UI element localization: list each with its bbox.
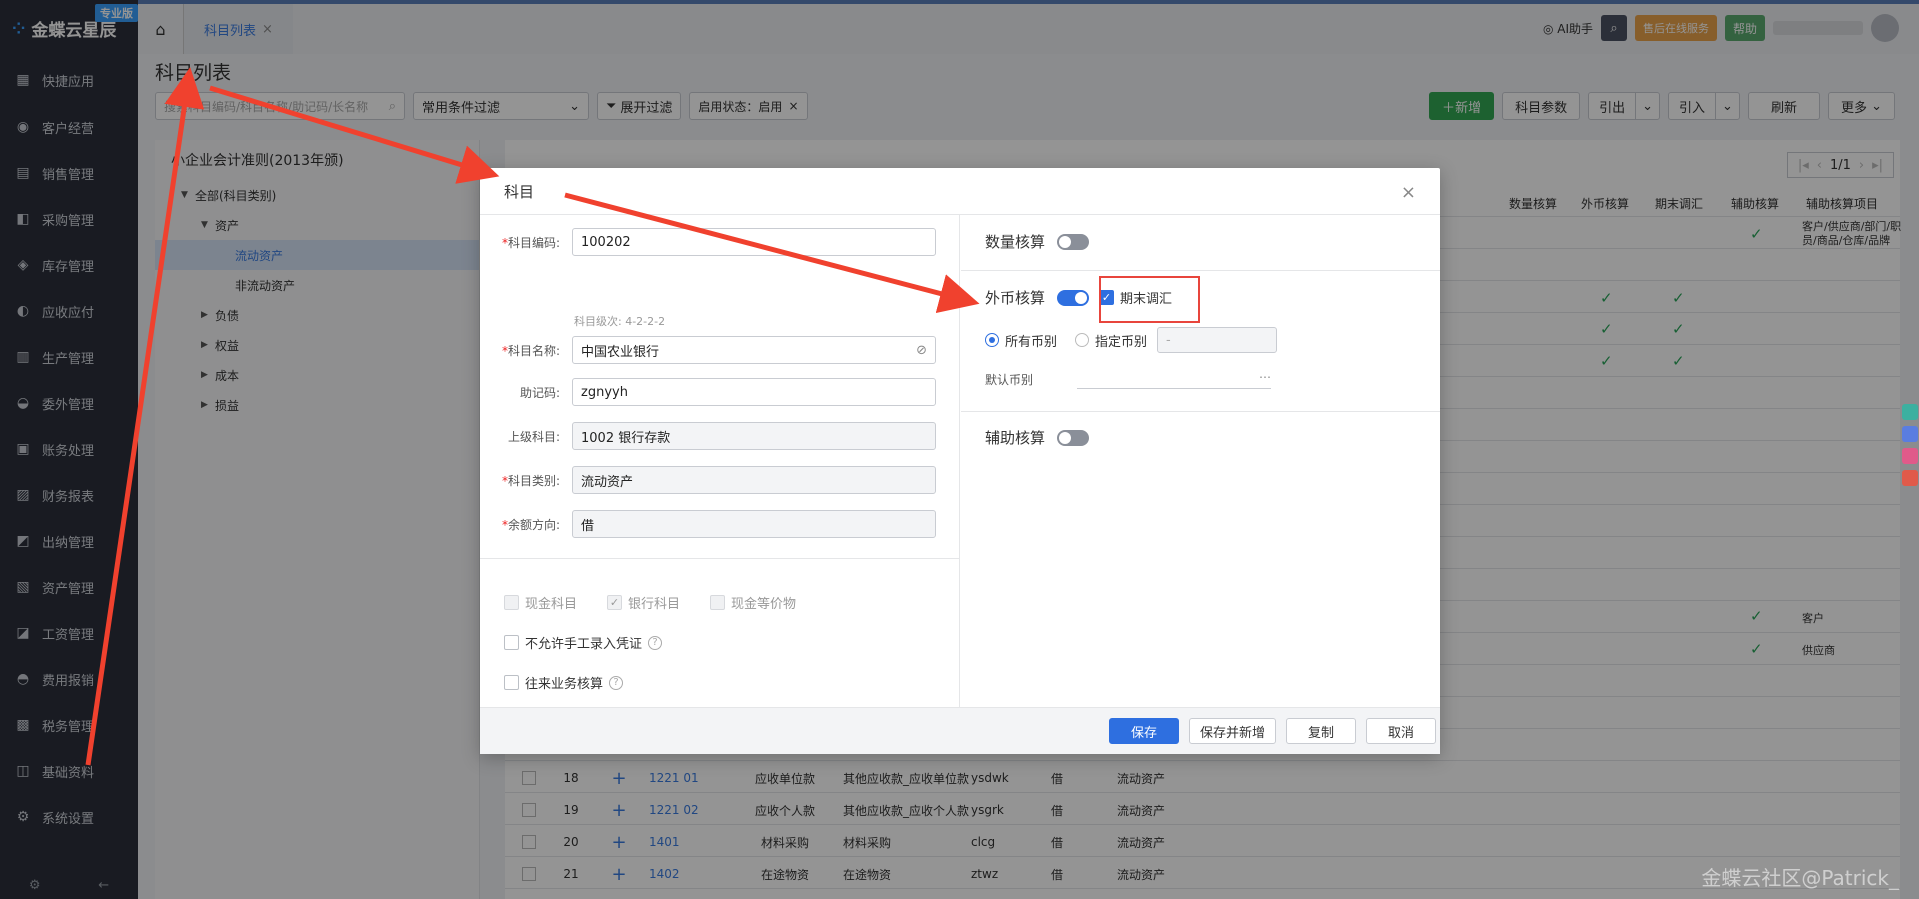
watermark: 金蝶云社区@Patrick_ [1701, 866, 1899, 890]
cash-account-checkbox[interactable]: 现金科目 [504, 593, 577, 612]
mnemonic-input[interactable]: zgnyyh [572, 378, 936, 406]
period-end-highlight [1099, 276, 1200, 323]
help-icon[interactable] [1902, 404, 1918, 420]
all-currency-radio[interactable]: 所有币别 [985, 331, 1057, 350]
field-category: *科目类别: 流动资产 [480, 465, 960, 495]
specific-currency-radio[interactable]: 指定币别 [1075, 331, 1147, 350]
dialog-title: 科目 [504, 182, 535, 201]
cash-equivalent-checkbox[interactable]: 现金等价物 [710, 593, 796, 612]
direction-input: 借 [572, 510, 936, 538]
field-code: *科目编码: 100202 [480, 227, 960, 257]
dialog-footer: 保存 保存并新增 复制 取消 [480, 707, 1440, 754]
ar-ap-checkbox[interactable]: 往来业务核算? [504, 673, 624, 692]
more-icon[interactable]: ⋯ [1259, 370, 1271, 384]
side-tools [1901, 404, 1919, 486]
help-icon[interactable]: ? [609, 675, 624, 690]
specific-currency-input: - [1157, 327, 1278, 353]
cancel-button[interactable]: 取消 [1366, 718, 1436, 744]
qty-section: 数量核算 [961, 231, 1440, 252]
save-button[interactable]: 保存 [1108, 718, 1179, 744]
account-type-checks: 现金科目 ✓ 银行科目 现金等价物 [504, 593, 796, 612]
dialog-left-panel: *科目编码: 100202 科目级次: 4-2-2-2 *科目名称: 中国农业银… [480, 215, 960, 707]
fx-section: 外币核算 ✓ 期末调汇 [985, 289, 1173, 307]
aux-toggle[interactable] [1057, 429, 1090, 446]
code-input[interactable]: 100202 [572, 228, 936, 256]
account-dialog: 科目 × *科目编码: 100202 科目级次: 4-2-2-2 *科目名称: … [480, 168, 1440, 754]
copy-button[interactable]: 复制 [1286, 718, 1356, 744]
category-input: 流动资产 [572, 466, 936, 494]
default-currency-input[interactable]: ⋯ [1077, 370, 1271, 389]
aux-section: 辅助核算 [961, 427, 1440, 448]
dialog-right-panel: 数量核算 外币核算 ✓ 期末调汇 所有币别 指定币别 - 默认币别 ⋯ 辅助核算 [961, 215, 1440, 707]
globe-icon[interactable]: ⊘ [916, 343, 927, 358]
dialog-header: 科目 × [480, 168, 1440, 215]
bank-account-checkbox[interactable]: ✓ 银行科目 [607, 593, 680, 612]
currency-options: 所有币别 指定币别 - [961, 327, 1440, 353]
field-name: *科目名称: 中国农业银行 ⊘ [480, 335, 960, 365]
no-manual-checkbox[interactable]: 不允许手工录入凭证? [504, 633, 663, 652]
chat-icon[interactable] [1902, 426, 1918, 442]
field-mnemonic: 助记码: zgnyyh [480, 377, 960, 407]
save-new-button[interactable]: 保存并新增 [1188, 718, 1276, 744]
field-direction: *余额方向: 借 [480, 509, 960, 539]
default-currency-row: 默认币别 ⋯ [985, 370, 1271, 389]
qty-toggle[interactable] [1057, 233, 1090, 250]
parent-input: 1002 银行存款 [572, 422, 936, 450]
help-icon[interactable]: ? [648, 635, 663, 650]
close-icon[interactable]: × [1401, 182, 1416, 203]
field-parent: 上级科目: 1002 银行存款 [480, 421, 960, 451]
report-icon[interactable] [1902, 470, 1918, 486]
name-input[interactable]: 中国农业银行 ⊘ [572, 336, 936, 364]
fx-toggle[interactable] [1057, 289, 1090, 306]
gift-icon[interactable] [1902, 448, 1918, 464]
level-hint: 科目级次: 4-2-2-2 [574, 315, 666, 328]
